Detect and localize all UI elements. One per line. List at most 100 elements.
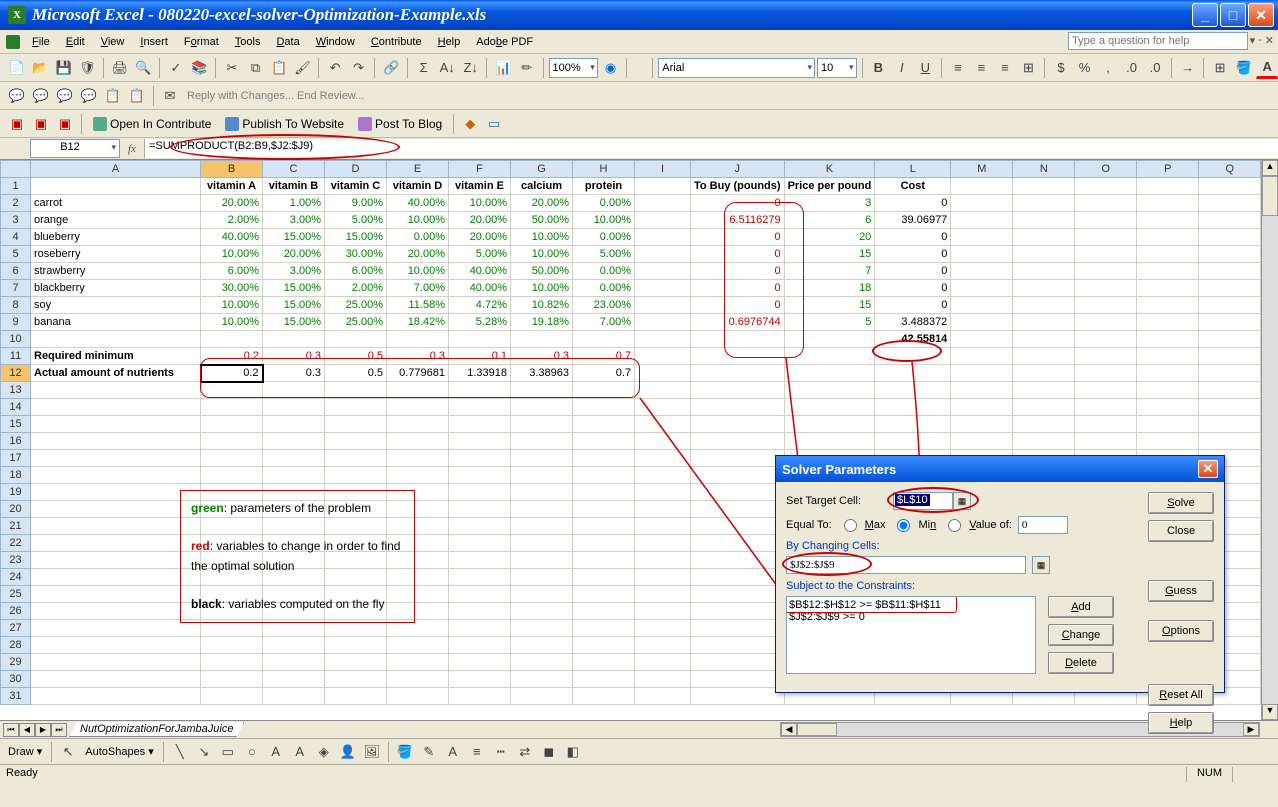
- cell[interactable]: vitamin C: [325, 178, 387, 195]
- solver-titlebar[interactable]: Solver Parameters ✕: [776, 456, 1224, 482]
- col-I[interactable]: I: [635, 161, 691, 178]
- cell[interactable]: 20.00%: [449, 212, 511, 229]
- max-radio[interactable]: [844, 519, 857, 532]
- target-ref-button[interactable]: ▦: [953, 492, 971, 510]
- solve-button[interactable]: Solve: [1148, 492, 1214, 514]
- save-icon[interactable]: 💾: [53, 57, 75, 79]
- review-icon-7[interactable]: ✉: [159, 85, 181, 107]
- cell[interactable]: 0: [691, 229, 785, 246]
- align-left-icon[interactable]: ≡: [947, 57, 969, 79]
- cell[interactable]: 50.00%: [511, 263, 573, 280]
- row-1[interactable]: 1: [1, 178, 31, 195]
- constraints-list[interactable]: $B$12:$H$12 >= $B$11:$H$11 $J$2:$J$9 >= …: [786, 596, 1036, 674]
- cell[interactable]: 0: [875, 280, 951, 297]
- cell[interactable]: 20.00%: [387, 246, 449, 263]
- cell[interactable]: 20.00%: [263, 246, 325, 263]
- cell[interactable]: 0.779681: [387, 365, 449, 382]
- percent-icon[interactable]: %: [1074, 57, 1096, 79]
- cell[interactable]: 25.00%: [325, 297, 387, 314]
- shadow-icon[interactable]: ◼: [538, 741, 560, 763]
- cell[interactable]: 0.7: [573, 348, 635, 365]
- cell[interactable]: 30.00%: [201, 280, 263, 297]
- col-N[interactable]: N: [1013, 161, 1075, 178]
- cell[interactable]: vitamin D: [387, 178, 449, 195]
- solver-close-icon[interactable]: ✕: [1198, 460, 1218, 478]
- review-icon-3[interactable]: 💬: [54, 85, 76, 107]
- pdf-icon-1[interactable]: ▣: [6, 113, 28, 135]
- wordart-icon[interactable]: A: [289, 741, 311, 763]
- font-combo[interactable]: Arial: [658, 58, 815, 78]
- cell[interactable]: 20.00%: [201, 195, 263, 212]
- cell[interactable]: 0.00%: [573, 195, 635, 212]
- linestyle-icon[interactable]: ≡: [466, 741, 488, 763]
- italic-icon[interactable]: I: [891, 57, 913, 79]
- decrease-decimal-icon[interactable]: .0: [1144, 57, 1166, 79]
- cell[interactable]: 18: [784, 280, 875, 297]
- cell[interactable]: 10.00%: [387, 263, 449, 280]
- col-F[interactable]: F: [449, 161, 511, 178]
- cell[interactable]: 3: [784, 195, 875, 212]
- copy-icon[interactable]: ⧉: [245, 57, 267, 79]
- cell[interactable]: 0.7: [573, 365, 635, 382]
- cell[interactable]: 40.00%: [449, 263, 511, 280]
- col-M[interactable]: M: [951, 161, 1013, 178]
- oval-icon[interactable]: ○: [241, 741, 263, 763]
- textbox-icon[interactable]: A: [265, 741, 287, 763]
- sort-asc-icon[interactable]: A↓: [436, 57, 458, 79]
- cell[interactable]: Price per pound: [784, 178, 875, 195]
- cell[interactable]: 10.00%: [573, 212, 635, 229]
- col-E[interactable]: E: [387, 161, 449, 178]
- cell[interactable]: 7.00%: [387, 280, 449, 297]
- cell[interactable]: 10.00%: [201, 297, 263, 314]
- cell[interactable]: 15.00%: [263, 297, 325, 314]
- cut-icon[interactable]: ✂: [221, 57, 243, 79]
- review-icon-2[interactable]: 💬: [30, 85, 52, 107]
- rectangle-icon[interactable]: ▭: [217, 741, 239, 763]
- col-K[interactable]: K: [784, 161, 875, 178]
- cell[interactable]: vitamin B: [263, 178, 325, 195]
- arrow-icon[interactable]: ↘: [193, 741, 215, 763]
- open-icon[interactable]: 📂: [30, 57, 52, 79]
- underline-icon[interactable]: U: [915, 57, 937, 79]
- help-search-input[interactable]: [1068, 32, 1248, 50]
- food-name[interactable]: orange: [31, 212, 201, 229]
- cell[interactable]: 3.488372: [875, 314, 951, 331]
- font-color-icon[interactable]: A: [1256, 57, 1278, 79]
- cell[interactable]: 5.28%: [449, 314, 511, 331]
- cell[interactable]: 0.00%: [573, 280, 635, 297]
- print-icon[interactable]: 🖨: [109, 57, 131, 79]
- draw-menu[interactable]: Draw ▾: [4, 743, 46, 760]
- col-D[interactable]: D: [325, 161, 387, 178]
- cell[interactable]: 3.38963: [511, 365, 573, 382]
- reqmin-label[interactable]: Required minimum: [31, 348, 201, 365]
- cell[interactable]: 0: [875, 229, 951, 246]
- review-icon-5[interactable]: 📋: [102, 85, 124, 107]
- pdf-icon-2[interactable]: ▣: [30, 113, 52, 135]
- cell[interactable]: Cost: [875, 178, 951, 195]
- fontcolor-icon[interactable]: A: [442, 741, 464, 763]
- increase-decimal-icon[interactable]: .0: [1121, 57, 1143, 79]
- cell[interactable]: 10.00%: [449, 195, 511, 212]
- cell[interactable]: 6: [784, 212, 875, 229]
- wb-restore-icon[interactable]: ▾: [1250, 34, 1256, 47]
- cell[interactable]: 10.00%: [387, 212, 449, 229]
- currency-icon[interactable]: $: [1050, 57, 1072, 79]
- sheet-tab[interactable]: NutOptimizationForJambaJuice: [69, 722, 244, 737]
- constraint-2[interactable]: $J$2:$J$9 >= 0: [789, 611, 1033, 623]
- comma-icon[interactable]: ,: [1097, 57, 1119, 79]
- col-B[interactable]: B: [201, 161, 263, 178]
- merge-icon[interactable]: ⊞: [1018, 57, 1040, 79]
- align-right-icon[interactable]: ≡: [994, 57, 1016, 79]
- cell[interactable]: 10.00%: [511, 229, 573, 246]
- cell[interactable]: 0: [875, 195, 951, 212]
- pdf-icon-3[interactable]: ▣: [54, 113, 76, 135]
- maximize-button[interactable]: □: [1220, 3, 1246, 27]
- col-Q[interactable]: Q: [1199, 161, 1261, 178]
- menu-file[interactable]: File: [24, 33, 58, 51]
- wb-close-icon[interactable]: ✕: [1265, 34, 1274, 47]
- constraint-1[interactable]: $B$12:$H$12 >= $B$11:$H$11: [789, 599, 1033, 611]
- vertical-scrollbar[interactable]: ▲▼: [1261, 160, 1278, 720]
- cell[interactable]: 0.00%: [573, 263, 635, 280]
- 3d-icon[interactable]: ◧: [562, 741, 584, 763]
- food-name[interactable]: banana: [31, 314, 201, 331]
